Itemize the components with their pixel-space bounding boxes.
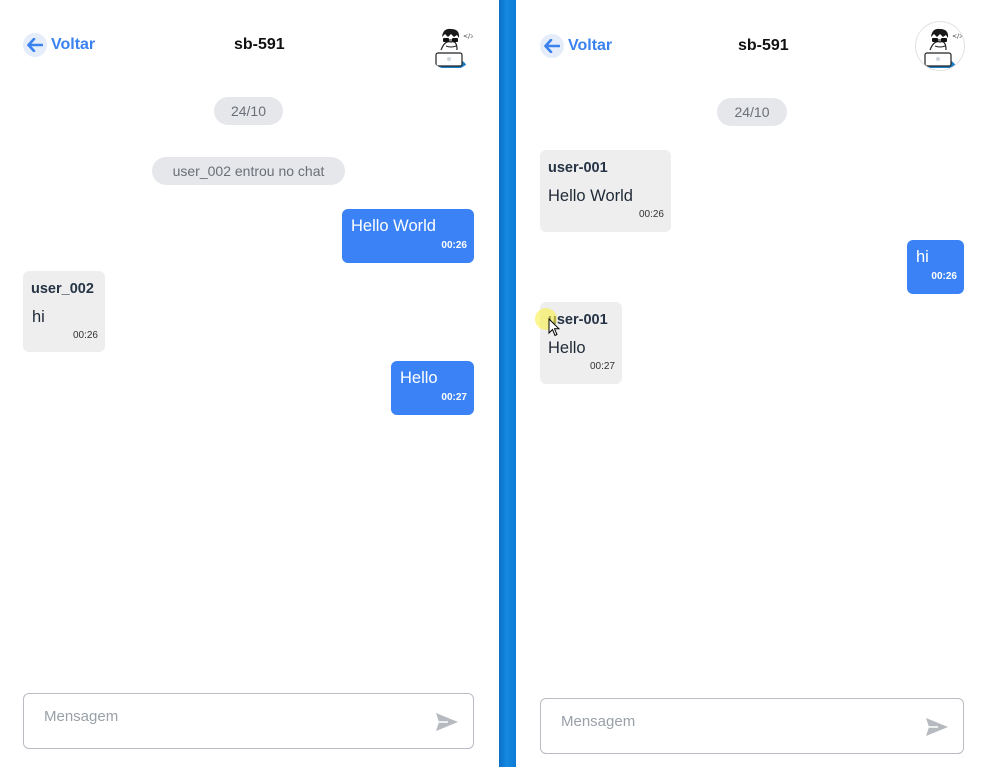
message-time: 00:26 [72, 330, 98, 341]
message-outgoing: Hello World 00:26 [342, 209, 474, 263]
chat-window-right: Voltar sb-591 </> 24/10 user-001 Hello W… [516, 0, 985, 767]
arrow-left-icon [23, 33, 47, 57]
developer-avatar[interactable]: </> [916, 22, 964, 70]
back-button[interactable]: Voltar [540, 34, 612, 58]
message-time: 00:26 [638, 209, 664, 220]
message-time: 00:26 [931, 271, 957, 282]
message-time: 00:27 [589, 361, 615, 372]
message-text: Hello World [548, 187, 633, 205]
chat-title: sb-591 [738, 37, 789, 54]
message-text: Hello [548, 339, 586, 357]
svg-text:</>: </> [463, 33, 475, 40]
date-separator: 24/10 [717, 98, 787, 126]
message-incoming: user-001 Hello World 00:26 [540, 150, 671, 232]
message-input-container [540, 698, 964, 754]
back-button[interactable]: Voltar [23, 33, 95, 57]
send-icon[interactable] [924, 715, 950, 739]
arrow-left-icon [540, 34, 564, 58]
message-input[interactable] [44, 708, 384, 725]
message-text: hi [32, 308, 45, 326]
developer-avatar[interactable]: </> [427, 22, 475, 70]
date-separator: 24/10 [214, 97, 283, 125]
chat-title: sb-591 [234, 36, 285, 53]
message-input[interactable] [561, 713, 881, 730]
message-time: 00:26 [441, 240, 467, 251]
svg-text:</>: </> [952, 33, 964, 40]
system-message: user_002 entrou no chat [152, 157, 345, 185]
message-sender: user_002 [31, 281, 94, 297]
chat-window-left: Voltar sb-591 </> 24/10 user_002 entrou … [0, 0, 499, 767]
message-time: 00:27 [441, 392, 467, 403]
message-outgoing: hi 00:26 [907, 240, 964, 294]
window-divider [499, 0, 516, 767]
send-icon[interactable] [434, 710, 460, 734]
mouse-cursor-icon [548, 318, 560, 337]
back-label: Voltar [51, 36, 96, 53]
message-text: hi [916, 248, 929, 266]
message-sender: user-001 [548, 160, 608, 176]
message-outgoing: Hello 00:27 [391, 361, 474, 415]
message-text: Hello World [351, 217, 436, 235]
message-input-container [23, 693, 474, 749]
message-incoming: user_002 hi 00:26 [23, 271, 105, 352]
message-text: Hello [400, 369, 438, 387]
back-label: Voltar [568, 37, 613, 54]
